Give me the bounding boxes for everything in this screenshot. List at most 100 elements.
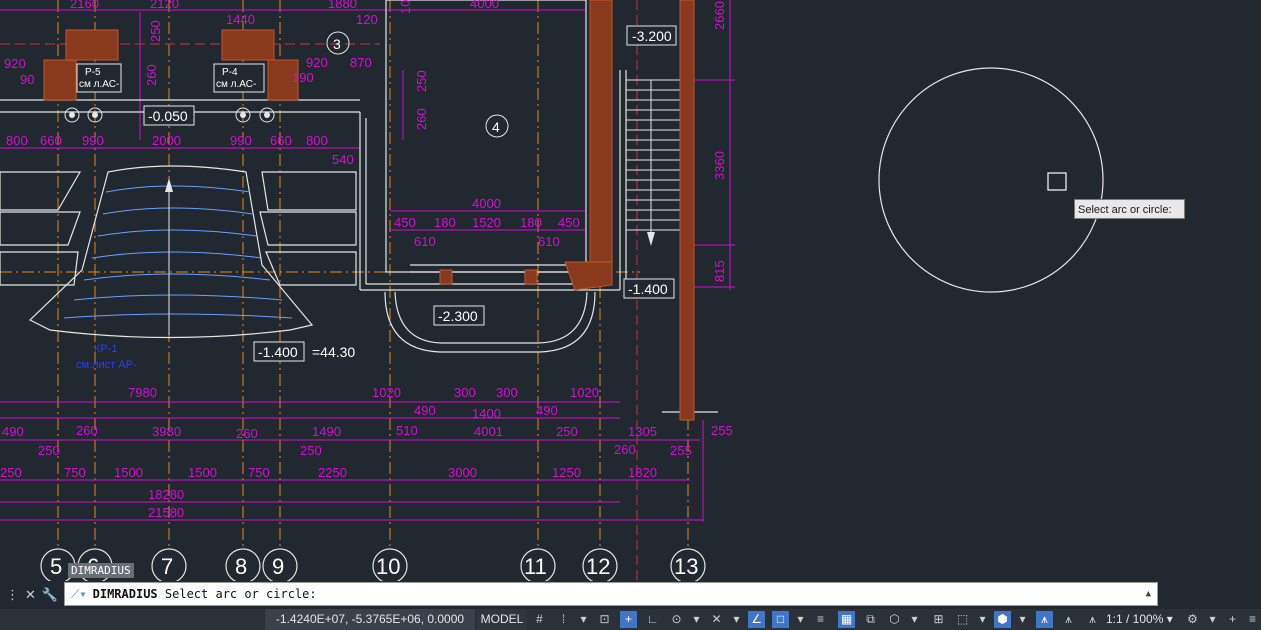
svg-text:2120: 2120 [150, 0, 179, 11]
svg-text:1400: 1400 [472, 406, 501, 421]
svg-text:260: 260 [236, 426, 258, 441]
tag-p4: Р-4 [222, 67, 238, 78]
isodraft-dropdown-icon[interactable]: ▾ [728, 611, 745, 628]
svg-text:2000: 2000 [152, 133, 181, 148]
svg-text:260: 260 [614, 442, 636, 457]
room-number-3: 3 [333, 36, 341, 52]
svg-text:2250: 2250 [318, 465, 347, 480]
polar-icon[interactable]: ⊙ [668, 611, 685, 628]
svg-text:1520: 1520 [472, 215, 501, 230]
svg-text:5: 5 [50, 554, 62, 579]
svg-text:260: 260 [144, 64, 159, 86]
status-bar: -1.4240E+07, -5.3765E+06, 0.0000 MODEL #… [0, 609, 1261, 630]
grid-bubble-labels: 5 6 7 8 9 10 11 12 13 [50, 554, 698, 579]
svg-text:7980: 7980 [128, 385, 157, 400]
selection-filter-icon[interactable]: ⬚ [954, 611, 971, 628]
osnap-dropdown-icon[interactable]: ▾ [792, 611, 809, 628]
svg-text:180: 180 [520, 215, 542, 230]
svg-text:250: 250 [148, 20, 163, 42]
close-icon[interactable]: ✕ [25, 588, 36, 603]
dynamic-ucs-icon[interactable]: ⊞ [930, 611, 947, 628]
svg-text:3000: 3000 [448, 465, 477, 480]
svg-text:1250: 1250 [552, 465, 581, 480]
tag-p5-ref: см л.АС- [79, 79, 119, 90]
svg-text:18280: 18280 [148, 487, 184, 502]
svg-text:800: 800 [6, 133, 28, 148]
workspace-gear-icon[interactable]: ⚙ [1184, 611, 1201, 628]
svg-text:1305: 1305 [628, 424, 657, 439]
svg-text:920: 920 [4, 56, 26, 71]
svg-text:750: 750 [64, 465, 86, 480]
svg-text:4000: 4000 [472, 196, 501, 211]
command-prompt-icon[interactable]: ⟋▾ [71, 587, 87, 602]
elev-note: =44.30 [312, 344, 355, 360]
svg-text:250: 250 [0, 465, 22, 480]
model-space-button[interactable]: MODEL [477, 609, 527, 630]
svg-text:990: 990 [230, 133, 252, 148]
command-name-tag: DIMRADIUS [68, 563, 134, 578]
selection-cycling-icon[interactable]: ⧉ [862, 611, 879, 628]
drawing-canvas[interactable]: -3.200 -0.050 -1.400 -2.300 -1.400 =44.3… [0, 0, 1261, 581]
transparency-icon[interactable]: ▦ [838, 611, 855, 628]
isodraft-icon[interactable]: ✕ [708, 611, 725, 628]
svg-text:4001: 4001 [474, 424, 503, 439]
3d-osnap-icon[interactable]: ⬡ [886, 611, 903, 628]
svg-text:90: 90 [20, 72, 34, 87]
gizmo-icon[interactable]: ⬢ [994, 611, 1011, 628]
svg-text:3360: 3360 [712, 151, 727, 180]
3d-osnap-dropdown-icon[interactable]: ▾ [906, 611, 923, 628]
auto-scale-icon[interactable]: ⩚ [1060, 611, 1077, 628]
svg-text:255: 255 [670, 443, 692, 458]
lineweight-icon[interactable]: ≡ [812, 611, 829, 628]
svg-text:1490: 1490 [312, 424, 341, 439]
svg-text:1020: 1020 [372, 385, 401, 400]
stair-arrow [647, 232, 655, 246]
workspace-dropdown-icon[interactable]: ▾ [1204, 611, 1221, 628]
svg-text:255: 255 [711, 423, 733, 438]
grip-icon[interactable]: ⋮ [6, 588, 19, 603]
polar-dropdown-icon[interactable]: ▾ [688, 611, 705, 628]
svg-text:660: 660 [40, 133, 62, 148]
svg-text:990: 990 [82, 133, 104, 148]
svg-text:250: 250 [38, 443, 60, 458]
svg-text:1500: 1500 [188, 465, 217, 480]
infer-icon[interactable]: ⊡ [596, 611, 613, 628]
svg-text:750: 750 [248, 465, 270, 480]
target-circle[interactable] [878, 67, 1104, 293]
osnap-icon[interactable]: □ [772, 611, 789, 628]
grid-icon[interactable]: # [531, 611, 548, 628]
seating-arrow [165, 178, 173, 192]
svg-text:490: 490 [414, 403, 436, 418]
tag-p5: Р-5 [85, 67, 101, 78]
ortho-icon[interactable]: ∟ [644, 611, 661, 628]
annotation-scale-icon[interactable]: ⩚ [1084, 611, 1101, 628]
object-track-icon[interactable]: ∠ [748, 611, 765, 628]
command-line-input[interactable]: ⟋▾ DIMRADIUS Select arc or circle: ▲ [64, 582, 1158, 606]
svg-text:2160: 2160 [70, 0, 99, 11]
snap-dropdown-icon[interactable]: ▾ [575, 611, 592, 628]
svg-text:1880: 1880 [328, 0, 357, 11]
svg-text:9: 9 [272, 554, 284, 579]
svg-text:1020: 1020 [570, 385, 599, 400]
gizmo-dropdown-icon[interactable]: ▾ [1014, 611, 1031, 628]
snap-icon[interactable]: ⁞ [555, 611, 572, 628]
annotation-visibility-icon[interactable]: ⩚ [1036, 611, 1053, 628]
svg-text:510: 510 [396, 423, 418, 438]
wrench-icon[interactable]: 🔧 [42, 588, 58, 603]
annotation-scale-value[interactable]: 1:1 / 100% ▾ [1106, 609, 1173, 630]
customization-icon[interactable]: ≡ [1244, 611, 1261, 628]
annotation-monitor-icon[interactable]: + [1224, 611, 1241, 628]
svg-text:1500: 1500 [114, 465, 143, 480]
seating-rows [63, 185, 293, 319]
stair [626, 79, 680, 240]
command-history-icon[interactable]: ▲ [1146, 589, 1151, 599]
note-kr1-ref: см.лист АР- [76, 359, 137, 371]
svg-text:1440: 1440 [226, 12, 255, 27]
selection-filter-dropdown-icon[interactable]: ▾ [974, 611, 991, 628]
svg-text:260: 260 [414, 108, 429, 130]
dynamic-input-icon[interactable]: + [620, 611, 637, 628]
svg-text:10: 10 [398, 0, 413, 14]
svg-text:260: 260 [76, 423, 98, 438]
coordinate-readout[interactable]: -1.4240E+07, -5.3765E+06, 0.0000 [265, 609, 475, 630]
svg-text:12: 12 [586, 554, 610, 579]
